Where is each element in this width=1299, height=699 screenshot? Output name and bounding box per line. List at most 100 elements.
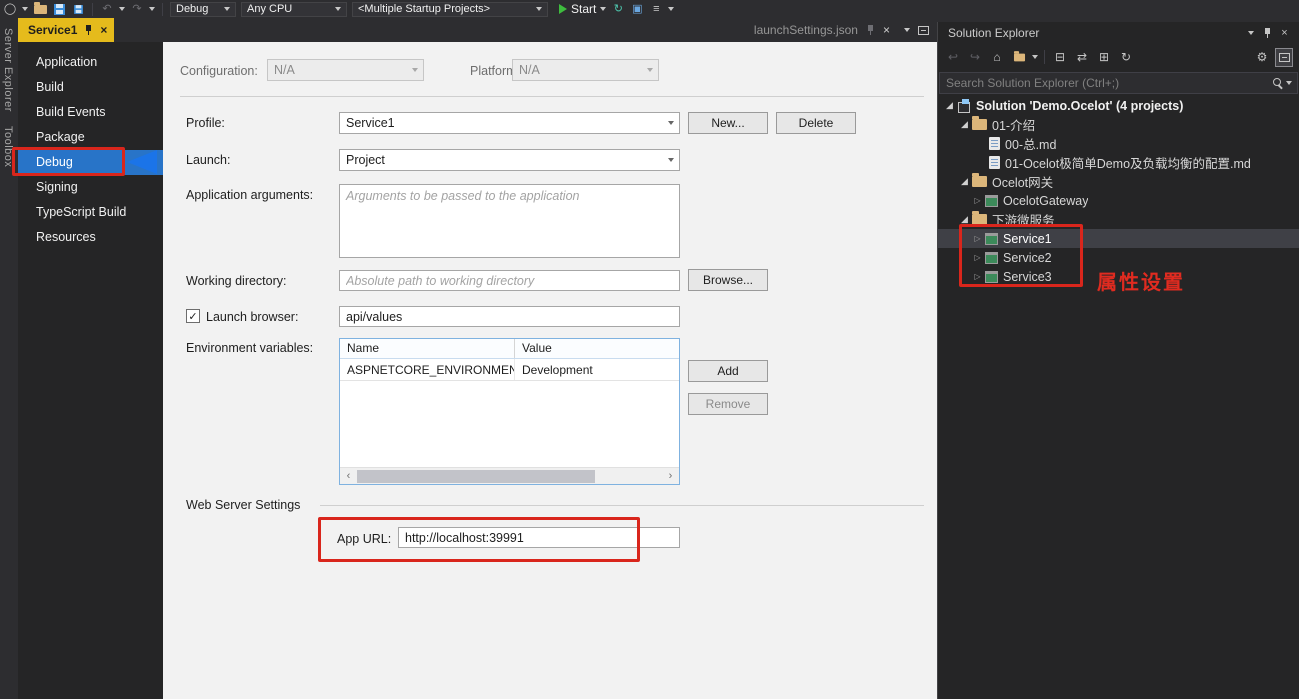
app-url-input[interactable] (398, 527, 680, 548)
cell-name[interactable]: ASPNETCORE_ENVIRONMENT (340, 359, 515, 380)
remove-variable-button[interactable]: Remove (688, 393, 768, 415)
tab-toolbox[interactable]: Toolbox (0, 122, 16, 171)
chevron-down-icon[interactable] (1032, 55, 1038, 59)
chevron-down-icon[interactable] (119, 7, 125, 11)
new-profile-button[interactable]: New... (688, 112, 768, 134)
chevron-down-icon[interactable] (668, 7, 675, 11)
pin-icon[interactable] (866, 24, 875, 36)
nav-back-icon[interactable]: ↩ (944, 48, 962, 67)
search-input[interactable] (946, 76, 1272, 90)
add-variable-button[interactable]: Add (688, 360, 768, 382)
tree-item-project[interactable]: ▷ OcelotGateway (938, 191, 1299, 210)
attach-icon[interactable]: ▣ (630, 1, 644, 17)
chevron-down-icon[interactable] (1286, 81, 1292, 85)
preview-selected-items-toggle[interactable] (1275, 47, 1293, 67)
tree-item-project-service3[interactable]: ▷ Service3 (938, 267, 1299, 286)
launch-browser-input[interactable] (339, 306, 680, 327)
pin-icon[interactable] (84, 24, 93, 36)
platform-combo[interactable]: N/A (512, 59, 659, 81)
cell-value[interactable]: Development (515, 359, 679, 380)
scrollbar-track[interactable] (357, 468, 662, 485)
startup-projects-combo[interactable]: <Multiple Startup Projects> (352, 1, 548, 17)
chevron-down-icon (662, 113, 679, 133)
sync-with-active-document-icon[interactable]: ⇄ (1073, 48, 1091, 67)
list-icon[interactable]: ≡ (649, 1, 663, 17)
application-arguments-input[interactable] (339, 184, 680, 258)
nav-item-package[interactable]: Package (18, 125, 163, 150)
active-files-dropdown-icon[interactable] (904, 28, 910, 32)
environment-variables-grid[interactable]: Name Value ASPNETCORE_ENVIRONMENT Develo… (339, 338, 680, 485)
show-all-files-icon[interactable]: ⊞ (1095, 48, 1113, 67)
nav-item-resources[interactable]: Resources (18, 225, 163, 250)
scroll-right-icon[interactable]: › (662, 470, 679, 482)
chevron-down-icon[interactable] (149, 7, 155, 11)
tree-item-solution[interactable]: ◢ Solution 'Demo.Ocelot' (4 projects) (938, 96, 1299, 115)
tab-service1[interactable]: Service1 × (18, 18, 115, 42)
tree-item-file[interactable]: 01-Ocelot极简单Demo及负载均衡的配置.md (938, 153, 1299, 172)
refresh-icon[interactable]: ↻ (611, 1, 625, 17)
nav-item-signing[interactable]: Signing (18, 175, 163, 200)
nav-item-debug[interactable]: Debug (18, 150, 163, 175)
browse-button[interactable]: Browse... (688, 269, 768, 291)
tree-item-project-service1[interactable]: ▷ Service1 (938, 229, 1299, 248)
solution-configuration-combo[interactable]: Debug (170, 1, 236, 17)
expander-expanded-icon[interactable]: ◢ (958, 120, 971, 129)
refresh-icon[interactable]: ↻ (1117, 48, 1135, 67)
home-icon[interactable]: ⌂ (988, 48, 1006, 67)
expander-collapsed-icon[interactable]: ▷ (971, 272, 984, 281)
grid-row[interactable]: ASPNETCORE_ENVIRONMENT Development (340, 359, 679, 381)
configuration-combo[interactable]: N/A (267, 59, 424, 81)
tree-item-file[interactable]: 00-总.md (938, 134, 1299, 153)
launch-combo[interactable]: Project (339, 149, 680, 171)
tree-item-project-service2[interactable]: ▷ Service2 (938, 248, 1299, 267)
expander-collapsed-icon[interactable]: ▷ (971, 196, 984, 205)
grid-empty-area[interactable] (340, 381, 679, 467)
expander-collapsed-icon[interactable]: ▷ (971, 234, 984, 243)
save-icon[interactable] (52, 1, 66, 17)
circle-icon[interactable]: ◯ (3, 1, 17, 17)
open-file-icon[interactable] (33, 1, 47, 17)
close-icon[interactable]: × (1276, 27, 1293, 39)
start-debugging-button[interactable]: Start (559, 2, 607, 16)
search-icon[interactable] (1272, 77, 1284, 89)
nav-item-application[interactable]: Application (18, 50, 163, 75)
expander-expanded-icon[interactable]: ◢ (943, 101, 956, 110)
nav-item-build[interactable]: Build (18, 75, 163, 100)
pin-icon[interactable] (1259, 27, 1276, 39)
expander-expanded-icon[interactable]: ◢ (958, 215, 971, 224)
column-header-value[interactable]: Value (515, 339, 679, 358)
nav-item-build-events[interactable]: Build Events (18, 100, 163, 125)
solution-explorer-search[interactable] (939, 72, 1298, 94)
background-document-tab[interactable]: launchSettings.json × (754, 18, 937, 42)
column-header-name[interactable]: Name (340, 339, 515, 358)
tab-label: Service1 (28, 23, 78, 37)
tree-item-folder[interactable]: ◢ 下游微服务 (938, 210, 1299, 229)
tree-item-folder[interactable]: ◢ 01-介绍 (938, 115, 1299, 134)
save-all-icon[interactable] (71, 1, 85, 17)
scrollbar-thumb[interactable] (357, 469, 595, 483)
tree-item-folder[interactable]: ◢ Ocelot网关 (938, 172, 1299, 191)
window-position-icon[interactable] (1242, 31, 1259, 35)
horizontal-scrollbar[interactable]: ‹ › (340, 467, 679, 484)
properties-icon[interactable]: ⚙ (1253, 48, 1271, 67)
profile-combo[interactable]: Service1 (339, 112, 680, 134)
launch-browser-checkbox[interactable]: ✓ (186, 309, 200, 323)
close-icon[interactable]: × (883, 24, 890, 36)
undo-icon[interactable]: ↶ (100, 1, 114, 17)
solution-platform-combo[interactable]: Any CPU (241, 1, 347, 17)
nav-item-typescript-build[interactable]: TypeScript Build (18, 200, 163, 225)
working-directory-input[interactable] (339, 270, 680, 291)
nav-forward-icon[interactable]: ↪ (966, 48, 984, 67)
scroll-left-icon[interactable]: ‹ (340, 470, 357, 482)
float-window-icon[interactable] (918, 25, 929, 35)
delete-profile-button[interactable]: Delete (776, 112, 856, 134)
expander-expanded-icon[interactable]: ◢ (958, 177, 971, 186)
tab-server-explorer[interactable]: Server Explorer (0, 24, 16, 116)
chevron-down-icon[interactable] (22, 7, 28, 11)
expander-collapsed-icon[interactable]: ▷ (971, 253, 984, 262)
switch-views-icon[interactable] (1010, 48, 1028, 67)
solution-explorer-titlebar[interactable]: Solution Explorer × (938, 22, 1299, 44)
close-icon[interactable]: × (100, 24, 107, 36)
collapse-all-icon[interactable]: ⊟ (1051, 48, 1069, 67)
redo-icon[interactable]: ↷ (130, 1, 144, 17)
